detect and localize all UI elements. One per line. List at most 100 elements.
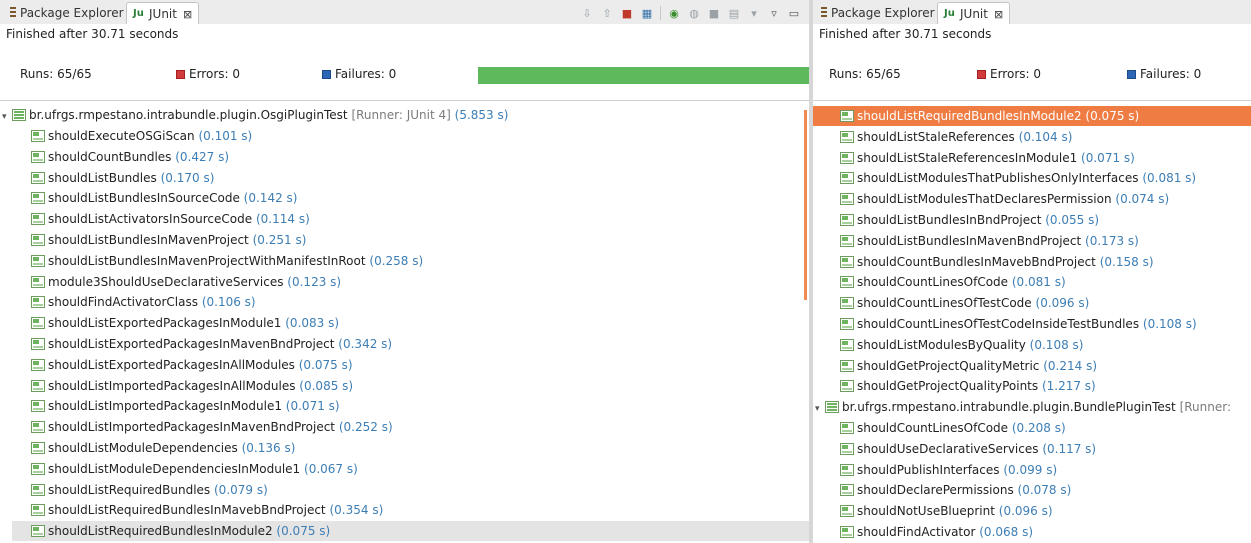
test-row[interactable]: shouldFindActivator (0.068 s) [840,522,1033,542]
test-row[interactable]: shouldDeclarePermissions (0.078 s) [840,480,1071,500]
test-row[interactable]: shouldListExportedPackagesInMavenBndProj… [31,334,392,354]
failures-label: Failures: [1140,67,1190,81]
tab-bar: Package Explorer Ju JUnit ⊠ ⇩ ⇧ ■ ▦ ◉ ◍ … [0,0,809,25]
test-passed-icon [31,192,45,205]
test-row[interactable]: shouldNotUseBlueprint (0.096 s) [840,501,1053,521]
test-passed-icon [840,172,854,185]
test-row[interactable]: shouldCountLinesOfTestCodeInsideTestBund… [840,314,1197,334]
test-time: (0.214 s) [1043,358,1098,373]
test-time: (0.342 s) [338,337,393,351]
test-time: (0.075 s) [298,357,353,372]
test-row[interactable]: shouldFindActivatorClass (0.106 s) [31,292,256,312]
test-row[interactable]: shouldListImportedPackagesInModule1 (0.0… [31,396,340,416]
test-name: shouldListModuleDependenciesInModule1 [48,461,301,476]
test-row[interactable]: shouldCountLinesOfCode (0.208 s) [840,418,1066,438]
test-row[interactable]: shouldGetProjectQualityMetric (0.214 s) [840,356,1097,376]
suite-row[interactable]: ▾ br.ufrgs.rmpestano.intrabundle.plugin.B… [815,397,1231,417]
test-row[interactable]: shouldListActivatorsInSourceCode (0.114 … [31,209,310,229]
runs-value: 65/65 [866,67,901,81]
test-name: shouldListBundlesInBndProject [857,213,1042,227]
test-row[interactable]: shouldCountBundles (0.427 s) [31,147,229,167]
tab-package-explorer[interactable]: Package Explorer [815,2,941,24]
error-icon [977,70,986,79]
test-row[interactable]: shouldListExportedPackagesInModule1 (0.0… [31,313,339,333]
test-row[interactable]: shouldListBundlesInMavenProjectWithManif… [31,251,423,271]
test-row[interactable]: shouldListModulesThatPublishesOnlyInterf… [840,168,1196,188]
test-row[interactable]: shouldListRequiredBundlesInMavebBndProje… [31,500,383,520]
test-row[interactable]: shouldUseDeclarativeServices (0.117 s) [840,439,1096,459]
test-passed-icon [840,318,854,330]
failure-icon [1127,70,1136,79]
test-row[interactable]: shouldListBundlesInMavenBndProject (0.17… [840,231,1139,251]
test-row[interactable]: shouldListRequiredBundles (0.079 s) [31,480,268,500]
test-row[interactable]: shouldListExportedPackagesInAllModules (… [31,355,353,375]
failures-value: 0 [1193,67,1202,81]
tab-junit[interactable]: Ju JUnit ⊠ [937,2,1011,25]
test-name: shouldCountLinesOfCode [857,421,1009,435]
view-menu-icon[interactable]: ▿ [767,6,781,20]
test-passed-icon [31,150,45,163]
failures-only-icon[interactable]: ■ [620,6,634,20]
test-row[interactable]: shouldListStaleReferences (0.104 s) [840,127,1072,147]
test-time: (0.117 s) [1042,441,1097,456]
test-row[interactable]: shouldListModuleDependenciesInModule1 (0… [31,459,358,479]
test-row[interactable]: shouldListBundles (0.170 s) [31,168,214,188]
test-row[interactable]: shouldListImportedPackagesInMavenBndProj… [31,417,393,437]
test-row[interactable]: shouldListBundlesInBndProject (0.055 s) [840,210,1099,230]
test-name: shouldCountLinesOfTestCodeInsideTestBund… [857,317,1140,331]
progress-fill [478,67,809,84]
test-passed-icon [840,484,854,497]
test-row[interactable]: shouldPublishInterfaces (0.099 s) [840,460,1057,480]
history-dropdown-icon[interactable]: ▾ [747,6,761,20]
test-time: (0.096 s) [998,504,1053,519]
test-time: (0.075 s) [276,524,331,539]
suite-row[interactable]: ▾ br.ufrgs.rmpestano.intrabundle.plugin.O… [2,105,508,125]
scroll-indicator[interactable] [804,110,807,300]
test-row[interactable]: shouldCountLinesOfCode (0.081 s) [840,272,1066,292]
history-icon[interactable]: ▤ [727,6,741,20]
next-failure-icon[interactable]: ⇩ [580,6,594,20]
test-row[interactable]: shouldListRequiredBundlesInModule2 (0.07… [12,521,809,542]
test-row[interactable]: shouldListModulesThatDeclaresPermission … [840,189,1169,209]
rerun-failed-icon[interactable]: ◍ [687,6,701,20]
rerun-icon[interactable]: ◉ [667,6,681,20]
run-status: Finished after 30.71 seconds [0,24,809,45]
previous-failure-icon[interactable]: ⇧ [600,6,614,20]
test-time: (0.101 s) [198,129,253,143]
test-row[interactable]: shouldListBundlesInSourceCode (0.142 s) [31,188,297,208]
runs-counter: Runs: 65/65 [20,66,92,82]
test-time: (0.096 s) [1035,296,1090,311]
errors-label: Errors: [990,67,1030,81]
test-name: shouldListBundlesInMavenProjectWithManif… [48,253,366,268]
test-row[interactable]: shouldExecuteOSGiScan (0.101 s) [31,126,252,146]
expand-icon[interactable]: ▾ [815,399,825,419]
scroll-lock-icon[interactable]: ▦ [640,6,654,20]
tab-junit[interactable]: Ju JUnit ⊠ [126,2,200,25]
test-name: shouldListStaleReferences [857,129,1015,144]
test-time: (0.158 s) [1099,254,1154,269]
test-passed-icon [31,275,45,288]
test-row[interactable]: shouldListImportedPackagesInAllModules (… [31,376,353,396]
expand-icon[interactable]: ▾ [2,107,12,127]
test-row[interactable]: shouldListBundlesInMavenProject (0.251 s… [31,230,306,250]
minimize-icon[interactable]: ▭ [787,6,801,20]
failures-label: Failures: [335,67,385,81]
test-time: (0.055 s) [1045,213,1100,227]
test-passed-icon [31,213,45,226]
test-passed-icon [31,421,45,434]
test-row[interactable]: shouldGetProjectQualityPoints (1.217 s) [840,376,1096,396]
test-row[interactable]: shouldListStaleReferencesInModule1 (0.07… [840,148,1135,168]
close-tab-icon[interactable]: ⊠ [183,8,192,21]
test-row[interactable]: shouldCountBundlesInMavebBndProject (0.1… [840,252,1154,272]
test-passed-icon [31,254,45,267]
test-passed-icon [840,526,854,538]
tab-package-explorer[interactable]: Package Explorer [4,2,130,24]
close-tab-icon[interactable]: ⊠ [994,8,1003,21]
stop-icon[interactable]: ■ [707,6,721,20]
test-row[interactable]: module3ShouldUseDeclarativeServices (0.1… [31,272,341,292]
test-time: (0.071 s) [285,399,340,414]
test-row[interactable]: shouldListModulesByQuality (0.108 s) [840,335,1083,355]
test-row[interactable]: shouldCountLinesOfTestCode (0.096 s) [840,293,1089,313]
test-row[interactable]: shouldListModuleDependencies (0.136 s) [31,438,295,458]
test-row[interactable]: shouldListRequiredBundlesInModule2 (0.07… [813,106,1251,126]
